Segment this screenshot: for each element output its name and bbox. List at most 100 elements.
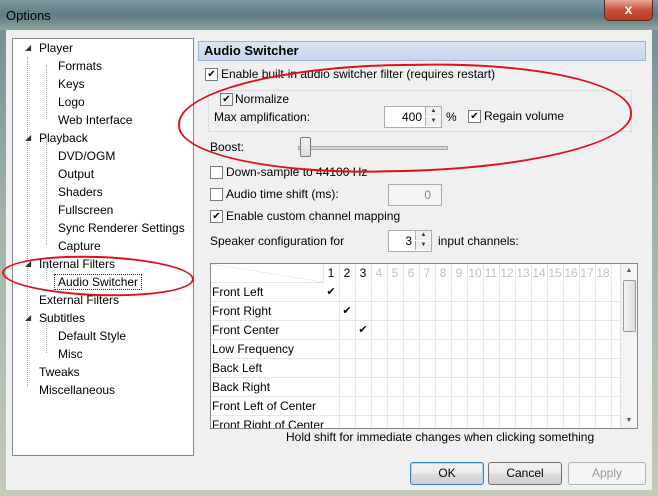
channel-cell[interactable] <box>467 378 484 396</box>
spin-up-icon[interactable]: ▲ <box>425 107 441 116</box>
channel-cell[interactable] <box>547 397 564 415</box>
channel-cell[interactable] <box>435 302 452 320</box>
channel-cell[interactable] <box>403 416 420 428</box>
normalize-checkbox[interactable] <box>220 93 233 106</box>
grid-vertical-scrollbar[interactable]: ▲ ▼ <box>620 264 637 428</box>
channel-cell[interactable] <box>403 321 420 339</box>
channel-cell[interactable] <box>451 397 468 415</box>
channel-cell[interactable] <box>595 416 612 428</box>
channel-cell[interactable] <box>355 340 372 358</box>
channel-cell[interactable] <box>387 416 404 428</box>
channel-cell[interactable] <box>435 283 452 301</box>
channel-cell[interactable] <box>435 378 452 396</box>
channel-cell[interactable] <box>499 340 516 358</box>
channel-cell[interactable] <box>499 359 516 377</box>
channel-cell[interactable] <box>483 340 500 358</box>
channel-cell[interactable] <box>499 378 516 396</box>
channel-cell[interactable] <box>371 359 388 377</box>
input-channels-spinner[interactable]: 3 ▲ ▼ <box>388 230 432 252</box>
enable-switcher-checkbox[interactable] <box>205 68 218 81</box>
channel-cell[interactable] <box>467 359 484 377</box>
channel-cell[interactable] <box>339 359 356 377</box>
channel-cell[interactable] <box>323 302 340 320</box>
channel-cell[interactable] <box>339 378 356 396</box>
channel-cell[interactable] <box>403 359 420 377</box>
channel-cell[interactable] <box>387 321 404 339</box>
channel-cell[interactable] <box>371 416 388 428</box>
channel-cell[interactable] <box>515 340 532 358</box>
channel-cell[interactable] <box>579 302 596 320</box>
channel-cell[interactable] <box>483 378 500 396</box>
channel-cell[interactable] <box>339 397 356 415</box>
channel-cell[interactable] <box>467 416 484 428</box>
channel-cell[interactable]: ✔ <box>323 283 340 301</box>
channel-cell[interactable] <box>435 397 452 415</box>
channel-cell[interactable] <box>595 359 612 377</box>
channel-cell[interactable] <box>467 397 484 415</box>
downsample-checkbox[interactable] <box>210 166 223 179</box>
options-tree[interactable]: ◢ Player Formats Keys Logo Web Interface … <box>12 38 194 456</box>
channel-cell[interactable] <box>323 321 340 339</box>
channel-cell[interactable] <box>563 359 580 377</box>
channel-cell[interactable] <box>483 416 500 428</box>
time-shift-checkbox[interactable] <box>210 188 223 201</box>
channel-row[interactable]: Front Left ✔ <box>211 283 621 302</box>
channel-cell[interactable] <box>531 416 548 428</box>
boost-slider-track[interactable] <box>298 146 448 150</box>
channel-cell[interactable] <box>451 359 468 377</box>
channel-cell[interactable] <box>387 340 404 358</box>
channel-cell[interactable] <box>419 283 436 301</box>
channel-cell[interactable] <box>563 416 580 428</box>
channel-cell[interactable] <box>563 397 580 415</box>
channel-cell[interactable] <box>595 340 612 358</box>
channel-cell[interactable] <box>595 378 612 396</box>
channel-cell[interactable] <box>419 359 436 377</box>
channel-cell[interactable] <box>371 340 388 358</box>
channel-cell[interactable] <box>355 378 372 396</box>
tree-item-dvd-ogm[interactable]: DVD/OGM <box>58 147 115 165</box>
channel-cell[interactable] <box>579 416 596 428</box>
channel-cell[interactable] <box>339 416 356 428</box>
channel-cell[interactable] <box>531 283 548 301</box>
channel-cell[interactable] <box>467 340 484 358</box>
channel-cell[interactable] <box>579 397 596 415</box>
channel-cell[interactable] <box>531 359 548 377</box>
channel-row[interactable]: Back Right <box>211 378 621 397</box>
channel-cell[interactable] <box>371 302 388 320</box>
channel-cell[interactable] <box>483 283 500 301</box>
channel-cell[interactable] <box>483 321 500 339</box>
channel-mapping-grid[interactable]: ▲ ▼ 1 2 3 4 5 6 7 8 9 10 11 12 13 14 15 16 17 18 Front Lef… <box>210 263 638 429</box>
tree-item-tweaks[interactable]: Tweaks <box>39 363 80 381</box>
channel-cell[interactable] <box>419 340 436 358</box>
channel-cell[interactable] <box>499 397 516 415</box>
tree-item-fullscreen[interactable]: Fullscreen <box>58 201 113 219</box>
channel-cell[interactable] <box>451 416 468 428</box>
channel-cell[interactable] <box>387 359 404 377</box>
tree-item-miscellaneous[interactable]: Miscellaneous <box>39 381 115 399</box>
channel-cell[interactable] <box>387 283 404 301</box>
channel-cell[interactable] <box>515 397 532 415</box>
channel-cell[interactable] <box>531 340 548 358</box>
ok-button[interactable]: OK <box>410 462 484 485</box>
channel-cell[interactable] <box>355 397 372 415</box>
channel-row[interactable]: Back Left <box>211 359 621 378</box>
tree-item-subtitles[interactable]: ◢ Subtitles <box>25 309 85 327</box>
spin-up-icon[interactable]: ▲ <box>415 231 431 240</box>
channel-cell[interactable]: ✔ <box>339 302 356 320</box>
max-amplification-spinner[interactable]: 400 ▲ ▼ <box>384 106 442 128</box>
channel-cell[interactable] <box>499 416 516 428</box>
channel-cell[interactable] <box>323 397 340 415</box>
channel-cell[interactable] <box>387 397 404 415</box>
expand-icon[interactable]: ◢ <box>25 309 31 327</box>
channel-cell[interactable] <box>371 283 388 301</box>
channel-cell[interactable] <box>323 378 340 396</box>
channel-row[interactable]: Front Left of Center <box>211 397 621 416</box>
channel-cell[interactable] <box>515 321 532 339</box>
scroll-up-icon[interactable]: ▲ <box>621 264 637 278</box>
channel-cell[interactable] <box>451 283 468 301</box>
close-button[interactable]: x <box>604 0 653 21</box>
tree-item-audio-switcher[interactable]: Audio Switcher <box>53 273 143 291</box>
channel-cell[interactable]: ✔ <box>355 321 372 339</box>
tree-item-logo[interactable]: Logo <box>58 93 85 111</box>
channel-cell[interactable] <box>547 340 564 358</box>
